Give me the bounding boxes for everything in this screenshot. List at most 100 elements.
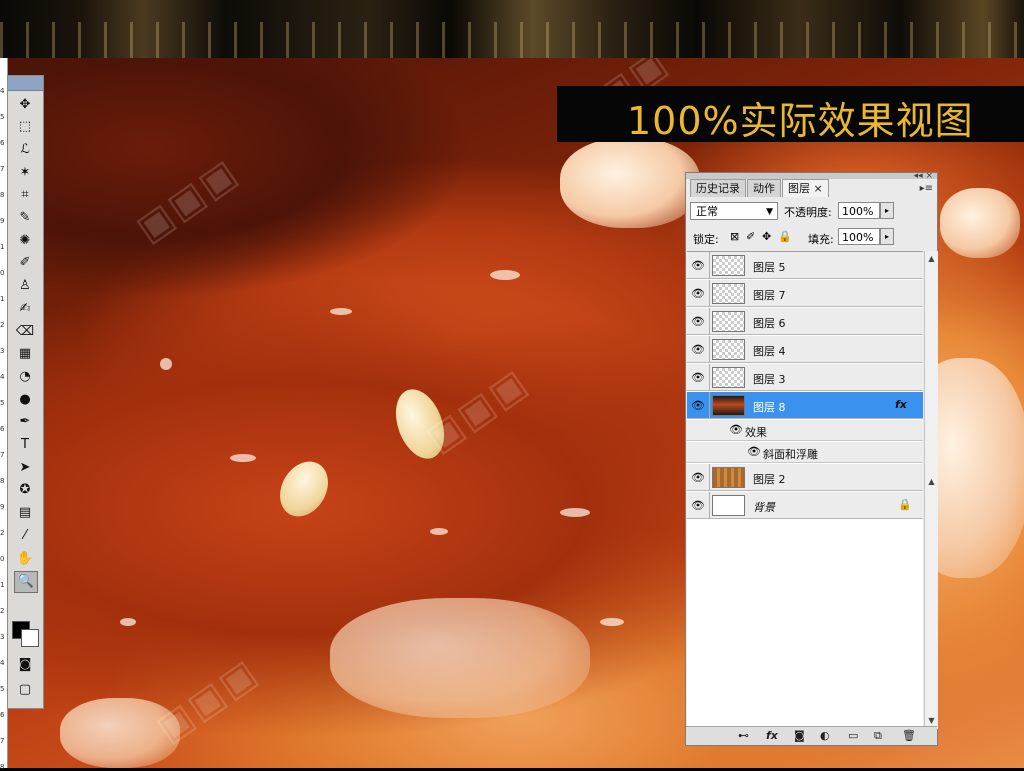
blend-mode-select[interactable]: 正常 ▼ bbox=[690, 202, 778, 220]
new-layer-icon[interactable]: ⧉ bbox=[874, 729, 882, 743]
stamp-tool-icon[interactable]: ♙ bbox=[14, 276, 36, 296]
fill-slider-button[interactable]: ▸ bbox=[880, 228, 894, 245]
delete-layer-icon[interactable]: 🗑 bbox=[902, 729, 916, 742]
eye-icon[interactable]: 👁 bbox=[687, 280, 710, 307]
layer-thumbnail bbox=[712, 339, 745, 360]
quick-mask-icon[interactable]: ◙ bbox=[14, 654, 36, 674]
fill-input[interactable]: 100% bbox=[838, 228, 880, 245]
layer-thumbnail bbox=[712, 255, 745, 276]
add-mask-icon[interactable]: ◙ bbox=[794, 729, 805, 742]
brush-tool-icon[interactable]: ✐ bbox=[14, 253, 36, 273]
eye-icon[interactable]: 👁 bbox=[729, 423, 743, 436]
eye-icon[interactable]: 👁 bbox=[687, 252, 710, 279]
path-selection-tool-icon[interactable]: ➤ bbox=[14, 457, 36, 477]
toolbox-title-bar[interactable] bbox=[8, 76, 43, 91]
slice-tool-icon[interactable]: ✎ bbox=[14, 208, 36, 228]
eye-icon[interactable]: 👁 bbox=[687, 336, 710, 363]
fx-icon[interactable]: fx bbox=[895, 398, 907, 411]
lock-fill-row: 锁定: ⊠ ✐ ✥ 🔒 填充: 100% ▸ bbox=[690, 227, 934, 247]
eyedropper-tool-icon[interactable]: ⁄ bbox=[14, 525, 36, 545]
fat-highlight bbox=[560, 138, 700, 228]
lock-transparency-icon[interactable]: ⊠ bbox=[730, 230, 739, 243]
layer-row[interactable]: 👁 图层 5 bbox=[687, 252, 923, 279]
lock-image-icon[interactable]: ✐ bbox=[746, 230, 755, 243]
dodge-tool-icon[interactable]: ● bbox=[14, 389, 36, 409]
shape-tool-icon[interactable]: ✪ bbox=[14, 480, 36, 500]
tab-layers[interactable]: 图层 × bbox=[782, 179, 829, 197]
layer-row-background[interactable]: 👁 背景 🔒 bbox=[687, 492, 923, 519]
ruler-tick-label: 2 bbox=[0, 607, 5, 615]
layer-thumbnail bbox=[712, 395, 745, 416]
layer-thumbnail bbox=[712, 283, 745, 304]
ruler-tick-label: 7 bbox=[0, 737, 5, 745]
ruler-tick-label: 3 bbox=[0, 347, 5, 355]
gradient-tool-icon[interactable]: ▦ bbox=[14, 344, 36, 364]
ruler-tick-label: 4 bbox=[0, 87, 5, 95]
layer-row[interactable]: 👁 图层 7 bbox=[687, 280, 923, 307]
layers-scrollbar[interactable]: ▲ ▲ ▼ bbox=[924, 251, 938, 729]
eye-icon[interactable]: 👁 bbox=[687, 308, 710, 335]
lock-position-icon[interactable]: ✥ bbox=[762, 230, 771, 243]
type-tool-icon[interactable]: T bbox=[14, 435, 36, 455]
eye-icon[interactable]: 👁 bbox=[687, 392, 710, 419]
ruler-tick-label: 4 bbox=[0, 373, 5, 381]
opacity-slider-button[interactable]: ▸ bbox=[880, 202, 894, 219]
glaze-shine bbox=[330, 308, 352, 315]
layers-panel: ◂◂ × 历史记录 动作 图层 × ▸≡ 正常 ▼ 不透明度: 100% ▸ 锁… bbox=[685, 171, 938, 746]
panel-window-controls[interactable]: ◂◂ × bbox=[914, 171, 933, 181]
opacity-input[interactable]: 100% bbox=[838, 202, 880, 219]
new-group-icon[interactable]: ▭ bbox=[848, 729, 858, 742]
scroll-thumb-up-icon[interactable]: ▲ bbox=[926, 476, 937, 488]
glaze-shine bbox=[230, 454, 256, 462]
watermark-logo: ▣▣▣ bbox=[127, 149, 247, 251]
layer-row-selected[interactable]: 👁 图层 8 fx bbox=[687, 392, 923, 419]
effect-item-row[interactable]: 👁 斜面和浮雕 bbox=[687, 442, 923, 463]
scroll-up-icon[interactable]: ▲ bbox=[926, 253, 937, 265]
tools-palette: ◙ ▢ ✥ ⬚ ℒ ✶ ⌗ ✎ ✺ ✐ ♙ ✍ ⌫ ▦ ◔ ● ✒ T ➤ ✪ ▤ ⁄ ✋ 🔍 bbox=[7, 75, 44, 709]
fill-label: 填充: bbox=[808, 233, 834, 246]
layer-row[interactable]: 👁 图层 6 bbox=[687, 308, 923, 335]
magic-wand-tool-icon[interactable]: ✶ bbox=[14, 162, 36, 182]
layer-name: 图层 8 bbox=[753, 401, 786, 414]
eye-icon[interactable]: 👁 bbox=[687, 464, 710, 491]
eye-icon[interactable]: 👁 bbox=[687, 492, 710, 519]
effect-item-label: 斜面和浮雕 bbox=[763, 448, 818, 461]
glaze-shine bbox=[490, 270, 520, 280]
adjustment-layer-icon[interactable]: ◐ bbox=[820, 729, 830, 742]
ruler-tick-label: 8 bbox=[0, 477, 5, 485]
marquee-tool-icon[interactable]: ⬚ bbox=[14, 117, 36, 137]
panel-menu-icon[interactable]: ▸≡ bbox=[920, 183, 933, 194]
eye-icon[interactable]: 👁 bbox=[747, 445, 761, 458]
ruler-tick-label: 0 bbox=[0, 555, 5, 563]
tab-history[interactable]: 历史记录 bbox=[690, 179, 746, 197]
screen-mode-icon[interactable]: ▢ bbox=[14, 679, 36, 699]
ruler-tick-label: 8 bbox=[0, 191, 5, 199]
move-tool-icon[interactable]: ✥ bbox=[14, 94, 36, 114]
layer-thumbnail bbox=[712, 495, 745, 516]
layer-row[interactable]: 👁 图层 2 bbox=[687, 464, 923, 491]
hand-tool-icon[interactable]: ✋ bbox=[14, 548, 36, 568]
history-brush-tool-icon[interactable]: ✍ bbox=[14, 298, 36, 318]
ruler-tick-label: 1 bbox=[0, 295, 5, 303]
eraser-tool-icon[interactable]: ⌫ bbox=[14, 321, 36, 341]
blur-tool-icon[interactable]: ◔ bbox=[14, 366, 36, 386]
link-layers-icon[interactable]: ⊷ bbox=[738, 729, 749, 742]
tab-actions[interactable]: 动作 bbox=[747, 179, 781, 197]
pen-tool-icon[interactable]: ✒ bbox=[14, 412, 36, 432]
zoom-tool-icon[interactable]: 🔍 bbox=[14, 570, 38, 593]
glaze-shine bbox=[160, 358, 172, 370]
eye-icon[interactable]: 👁 bbox=[687, 364, 710, 391]
ruler-tick-label: 6 bbox=[0, 425, 5, 433]
effects-label: 效果 bbox=[745, 426, 767, 439]
close-icon[interactable]: × bbox=[814, 182, 823, 195]
lock-all-icon[interactable]: 🔒 bbox=[778, 230, 792, 243]
add-layer-style-icon[interactable]: fx bbox=[766, 729, 778, 742]
layer-row[interactable]: 👁 图层 3 bbox=[687, 364, 923, 391]
background-color-swatch[interactable] bbox=[21, 629, 39, 647]
healing-brush-tool-icon[interactable]: ✺ bbox=[14, 230, 36, 250]
notes-tool-icon[interactable]: ▤ bbox=[14, 503, 36, 523]
lasso-tool-icon[interactable]: ℒ bbox=[14, 139, 36, 159]
crop-tool-icon[interactable]: ⌗ bbox=[14, 185, 36, 205]
effects-row[interactable]: 👁 效果 bbox=[687, 420, 923, 441]
layer-row[interactable]: 👁 图层 4 bbox=[687, 336, 923, 363]
